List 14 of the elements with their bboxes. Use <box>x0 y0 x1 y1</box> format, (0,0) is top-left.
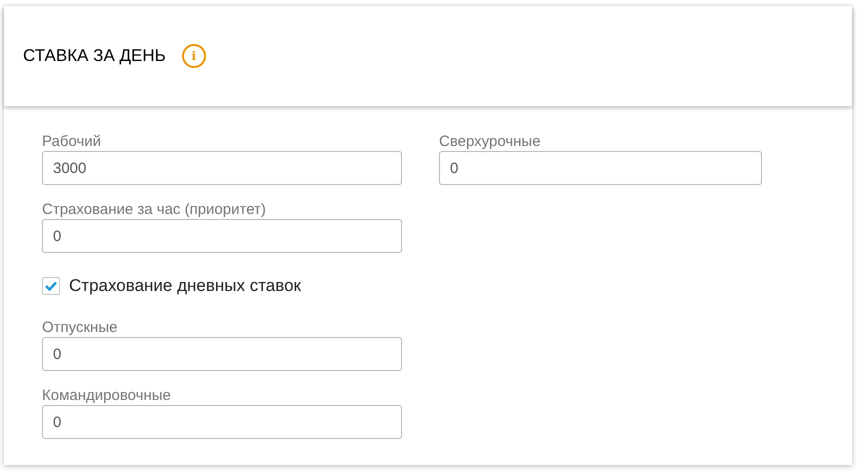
input-field[interactable]: 0 <box>42 405 402 439</box>
input-field[interactable]: 3000 <box>42 151 402 185</box>
field-label: Сверхурочные <box>439 133 542 151</box>
checkmark-icon <box>45 281 57 291</box>
input-field[interactable]: 0 <box>42 219 402 253</box>
field-label: Отпускные <box>42 319 118 337</box>
checkbox-label: Страхование дневных ставок <box>69 275 301 298</box>
field-label: Командировочные <box>42 387 172 405</box>
input-field[interactable]: 0 <box>42 337 402 371</box>
checkbox[interactable] <box>42 277 60 295</box>
field-label: Рабочий <box>42 133 102 151</box>
card-title: СТАВКА ЗА ДЕНЬ <box>23 45 166 68</box>
field-label: Страхование за час (приоритет) <box>42 201 267 219</box>
input-field[interactable]: 0 <box>439 151 762 185</box>
